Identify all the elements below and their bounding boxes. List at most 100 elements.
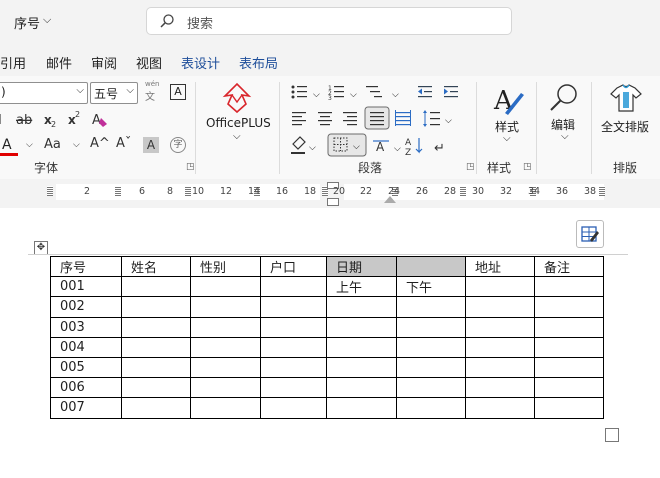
table-cell[interactable]	[260, 397, 327, 419]
table-cell[interactable]: 性别	[190, 255, 261, 278]
table-resize-handle[interactable]	[605, 428, 619, 442]
chevron-down-icon[interactable]: ⌵	[233, 131, 241, 142]
table-cell[interactable]	[465, 276, 535, 298]
table-cell[interactable]: 005	[50, 356, 122, 379]
table-cell[interactable]	[190, 276, 261, 298]
document-title[interactable]: 序号	[14, 13, 40, 32]
chevron-down-icon[interactable]: ⌵	[26, 140, 33, 150]
table-cell[interactable]: 地址	[465, 255, 535, 278]
officeplus-button[interactable]: OfficePLUS	[206, 116, 271, 130]
chevron-down-icon[interactable]: ⌵	[73, 140, 80, 150]
table-cell[interactable]	[465, 377, 535, 399]
table-cell[interactable]: 007	[50, 397, 122, 419]
table-cell[interactable]: 备注	[534, 255, 604, 278]
table-cell[interactable]	[396, 356, 466, 379]
table-cell[interactable]	[326, 356, 397, 379]
shirt-icon[interactable]	[609, 84, 643, 114]
table-cell[interactable]	[260, 296, 327, 318]
data-table[interactable]: 序号 姓名 性别 户口 日期 地址 备注 001 上午 下午 002 003 004 005 006 007	[50, 255, 604, 419]
table-cell[interactable]	[396, 255, 466, 278]
table-cell[interactable]	[534, 356, 604, 379]
table-cell[interactable]	[465, 316, 535, 338]
table-cell[interactable]	[465, 356, 535, 379]
tab-table-layout[interactable]: 表布局	[239, 53, 278, 72]
table-cell[interactable]	[396, 336, 466, 358]
table-cell[interactable]	[260, 276, 327, 298]
phonetic-guide-button[interactable]: wén 文	[145, 80, 159, 103]
table-cell[interactable]	[326, 316, 397, 338]
table-cell[interactable]: 日期	[326, 255, 397, 278]
table-cell[interactable]	[396, 316, 466, 338]
table-cell[interactable]: 户口	[260, 255, 327, 278]
table-cell[interactable]: 上午	[326, 276, 397, 298]
table-cell[interactable]	[396, 296, 466, 318]
styles-icon[interactable]: A	[491, 83, 525, 117]
table-cell[interactable]	[121, 356, 191, 379]
character-border-icon[interactable]: A	[170, 84, 186, 100]
table-cell[interactable]	[465, 296, 535, 318]
table-cell[interactable]: 004	[50, 336, 122, 358]
find-icon[interactable]	[548, 82, 580, 114]
font-color-button[interactable]: A	[2, 137, 12, 153]
chevron-down-icon[interactable]: ⌵	[561, 131, 569, 142]
left-indent-marker[interactable]	[327, 198, 339, 206]
right-indent-marker[interactable]	[384, 196, 396, 203]
quick-layout-button[interactable]	[576, 220, 604, 248]
table-cell[interactable]	[534, 276, 604, 298]
tab-review[interactable]: 审阅	[91, 53, 117, 72]
table-cell[interactable]	[190, 336, 261, 358]
table-cell[interactable]	[121, 397, 191, 419]
table-cell[interactable]	[326, 377, 397, 399]
table-cell[interactable]: 006	[50, 377, 122, 399]
table-cell[interactable]	[465, 336, 535, 358]
table-cell[interactable]	[121, 336, 191, 358]
table-cell[interactable]	[465, 397, 535, 419]
font-name-select[interactable]: ) ⌵	[0, 82, 88, 104]
table-cell[interactable]	[326, 296, 397, 318]
table-cell[interactable]	[260, 316, 327, 338]
ruler-column-marker[interactable]	[460, 186, 466, 196]
chevron-down-icon[interactable]: ⌵	[43, 13, 51, 27]
table-cell[interactable]: 003	[50, 316, 122, 338]
full-text-layout-button[interactable]: 全文排版	[601, 118, 649, 135]
table-cell[interactable]	[190, 356, 261, 379]
table-move-handle-icon[interactable]: ✥	[34, 241, 48, 255]
table-cell[interactable]	[534, 316, 604, 338]
table-cell[interactable]	[396, 377, 466, 399]
shrink-font-button[interactable]: Aˇ	[116, 136, 131, 151]
dialog-launcher-icon[interactable]: ◳	[186, 162, 195, 172]
table-cell[interactable]	[190, 316, 261, 338]
table-cell[interactable]: 序号	[50, 255, 122, 278]
tab-table-design[interactable]: 表设计	[181, 53, 220, 72]
ruler-column-marker[interactable]	[599, 186, 605, 196]
officeplus-icon[interactable]	[222, 82, 252, 114]
table-cell[interactable]: 下午	[396, 276, 466, 298]
table-cell[interactable]	[534, 336, 604, 358]
table-cell[interactable]: 姓名	[121, 255, 191, 278]
table-cell[interactable]	[190, 377, 261, 399]
table-cell[interactable]	[121, 276, 191, 298]
table-cell[interactable]	[260, 356, 327, 379]
enclose-characters-button[interactable]: 字	[170, 137, 186, 153]
table-cell[interactable]	[260, 377, 327, 399]
table-cell[interactable]	[260, 336, 327, 358]
table-cell[interactable]	[534, 377, 604, 399]
table-cell[interactable]	[396, 397, 466, 419]
dialog-launcher-icon[interactable]: ◳	[523, 162, 532, 172]
table-cell[interactable]	[534, 296, 604, 318]
table-cell[interactable]	[326, 397, 397, 419]
paragraph-buttons-hit[interactable]	[288, 82, 466, 154]
ruler-column-marker[interactable]	[47, 186, 53, 196]
table-cell[interactable]	[534, 397, 604, 419]
table-cell[interactable]	[121, 316, 191, 338]
ruler-column-marker[interactable]	[115, 186, 121, 196]
search-box[interactable]: 搜索	[146, 7, 512, 35]
table-cell[interactable]	[190, 397, 261, 419]
character-shading-button[interactable]: A	[143, 137, 159, 153]
table-cell[interactable]	[190, 296, 261, 318]
tab-mailings[interactable]: 邮件	[46, 53, 72, 72]
tab-references[interactable]: 引用	[0, 53, 26, 72]
dialog-launcher-icon[interactable]: ◳	[466, 162, 475, 172]
table-cell[interactable]	[121, 377, 191, 399]
tab-view[interactable]: 视图	[136, 53, 162, 72]
